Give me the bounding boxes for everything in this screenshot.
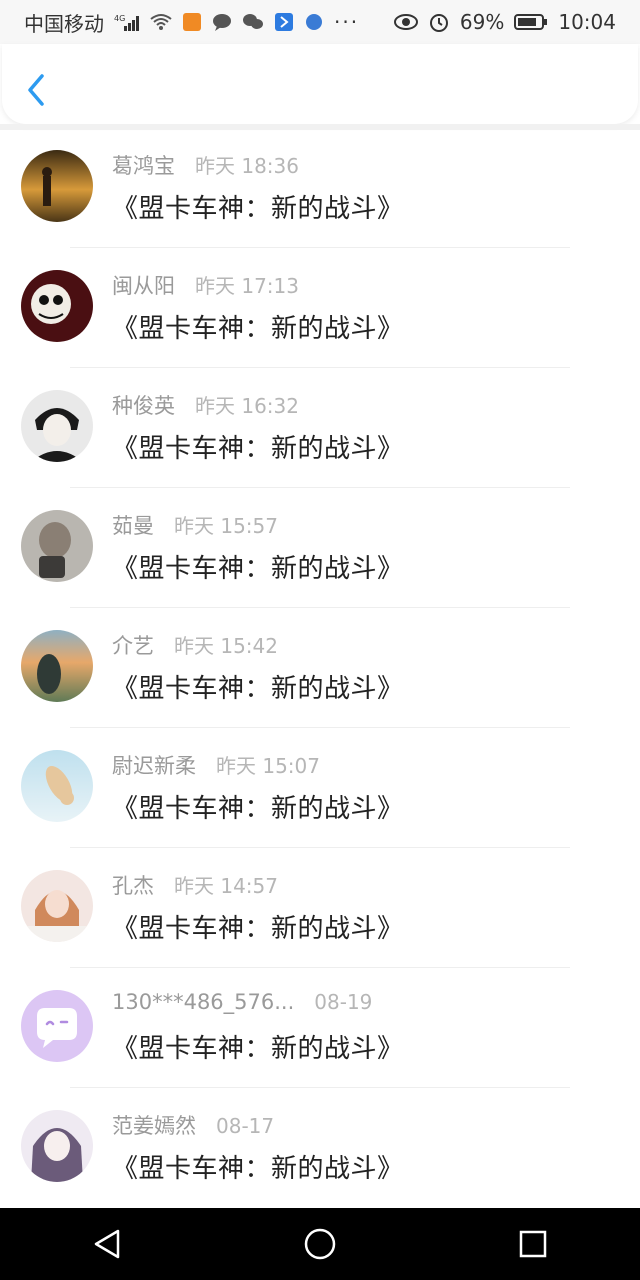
wifi-icon xyxy=(150,13,172,31)
item-meta: 介艺 昨天 15:42 xyxy=(112,630,278,660)
chevron-left-icon xyxy=(28,74,44,106)
avatar[interactable] xyxy=(21,870,93,942)
message-text: 《盟卡车神：新的战斗》 xyxy=(112,434,404,464)
sender-name: 闽从阳 xyxy=(112,274,175,298)
avatar[interactable] xyxy=(21,750,93,822)
item-meta: 茹曼 昨天 15:57 xyxy=(112,510,278,540)
item-meta: 130***486_576... 08-19 xyxy=(112,990,372,1014)
message-text: 《盟卡车神：新的战斗》 xyxy=(112,794,404,824)
circle-home-icon xyxy=(304,1228,336,1260)
eye-icon xyxy=(393,13,418,31)
top-app-bar xyxy=(2,44,638,124)
message-time: 昨天 15:57 xyxy=(174,514,278,538)
item-meta: 范姜嫣然 08-17 xyxy=(112,1110,274,1140)
message-time: 昨天 17:13 xyxy=(195,274,299,298)
message-text: 《盟卡车神：新的战斗》 xyxy=(112,674,404,704)
item-meta: 葛鸿宝 昨天 18:36 xyxy=(112,150,299,180)
avatar[interactable] xyxy=(21,390,93,462)
system-nav-bar xyxy=(0,1208,640,1280)
app-notification-icon xyxy=(182,12,202,32)
sender-name: 茹曼 xyxy=(112,514,154,538)
carrier-label: 中国移动 xyxy=(24,11,104,36)
sender-name: 尉迟新柔 xyxy=(112,754,196,778)
bluetooth-app-icon xyxy=(274,12,294,32)
sender-name: 种俊英 xyxy=(112,394,175,418)
list-item[interactable]: 茹曼 昨天 15:57 《盟卡车神：新的战斗》 xyxy=(0,488,640,608)
message-time: 昨天 15:07 xyxy=(216,754,320,778)
list-item[interactable]: 介艺 昨天 15:42 《盟卡车神：新的战斗》 xyxy=(0,608,640,728)
globe-app-icon xyxy=(304,12,324,32)
message-bubble-icon xyxy=(212,12,232,32)
clock: 10:04 xyxy=(558,10,616,34)
chat-bubble-icon xyxy=(21,990,93,1062)
message-time: 08-17 xyxy=(216,1114,275,1138)
message-text: 《盟卡车神：新的战斗》 xyxy=(112,194,404,224)
item-meta: 种俊英 昨天 16:32 xyxy=(112,390,299,420)
nav-back-button[interactable] xyxy=(77,1214,137,1274)
list-item[interactable]: 范姜嫣然 08-17 《盟卡车神：新的战斗》 xyxy=(0,1088,640,1208)
sender-name: 范姜嫣然 xyxy=(112,1114,196,1138)
message-time: 08-19 xyxy=(314,990,373,1014)
back-button[interactable] xyxy=(20,70,54,110)
sender-name: 介艺 xyxy=(112,634,154,658)
message-text: 《盟卡车神：新的战斗》 xyxy=(112,1154,404,1184)
list-item[interactable]: 130***486_576... 08-19 《盟卡车神：新的战斗》 xyxy=(0,968,640,1088)
message-text: 《盟卡车神：新的战斗》 xyxy=(112,1034,404,1064)
item-meta: 尉迟新柔 昨天 15:07 xyxy=(112,750,320,780)
item-meta: 孔杰 昨天 14:57 xyxy=(112,870,278,900)
avatar[interactable] xyxy=(21,150,93,222)
list-item[interactable]: 种俊英 昨天 16:32 《盟卡车神：新的战斗》 xyxy=(0,368,640,488)
message-list: 葛鸿宝 昨天 18:36 《盟卡车神：新的战斗》 闽从阳 昨天 17:13 《盟… xyxy=(0,128,640,1208)
nav-home-button[interactable] xyxy=(290,1214,350,1274)
message-time: 昨天 16:32 xyxy=(195,394,299,418)
avatar[interactable] xyxy=(21,510,93,582)
alarm-icon xyxy=(428,11,450,33)
battery-icon xyxy=(514,13,548,31)
message-time: 昨天 14:57 xyxy=(174,874,278,898)
wechat-icon xyxy=(242,12,264,32)
avatar[interactable] xyxy=(21,1110,93,1182)
signal-icon: 4G xyxy=(114,12,140,32)
list-item[interactable]: 尉迟新柔 昨天 15:07 《盟卡车神：新的战斗》 xyxy=(0,728,640,848)
sender-name: 孔杰 xyxy=(112,874,154,898)
message-text: 《盟卡车神：新的战斗》 xyxy=(112,914,404,944)
triangle-back-icon xyxy=(94,1229,119,1259)
list-item[interactable]: 孔杰 昨天 14:57 《盟卡车神：新的战斗》 xyxy=(0,848,640,968)
status-right: 69% 10:04 xyxy=(393,10,616,34)
battery-percent: 69% xyxy=(459,10,505,34)
message-text: 《盟卡车神：新的战斗》 xyxy=(112,554,404,584)
message-text: 《盟卡车神：新的战斗》 xyxy=(112,314,404,344)
nav-recent-button[interactable] xyxy=(503,1214,563,1274)
status-bar: 中国移动 4G ··· 69% 10:04 xyxy=(0,0,640,44)
list-item[interactable]: 闽从阳 昨天 17:13 《盟卡车神：新的战斗》 xyxy=(0,248,640,368)
sender-name: 130***486_576... xyxy=(112,990,295,1014)
item-meta: 闽从阳 昨天 17:13 xyxy=(112,270,299,300)
message-time: 昨天 18:36 xyxy=(195,154,299,178)
more-notifications-icon: ··· xyxy=(334,10,360,34)
list-item[interactable]: 葛鸿宝 昨天 18:36 《盟卡车神：新的战斗》 xyxy=(0,128,640,248)
avatar[interactable] xyxy=(21,270,93,342)
avatar[interactable] xyxy=(21,630,93,702)
avatar[interactable] xyxy=(21,990,93,1062)
sender-name: 葛鸿宝 xyxy=(112,154,175,178)
square-recent-icon xyxy=(520,1230,547,1258)
status-left: 中国移动 4G ··· xyxy=(24,8,359,37)
message-time: 昨天 15:42 xyxy=(174,634,278,658)
network-type: 4G xyxy=(114,14,125,23)
